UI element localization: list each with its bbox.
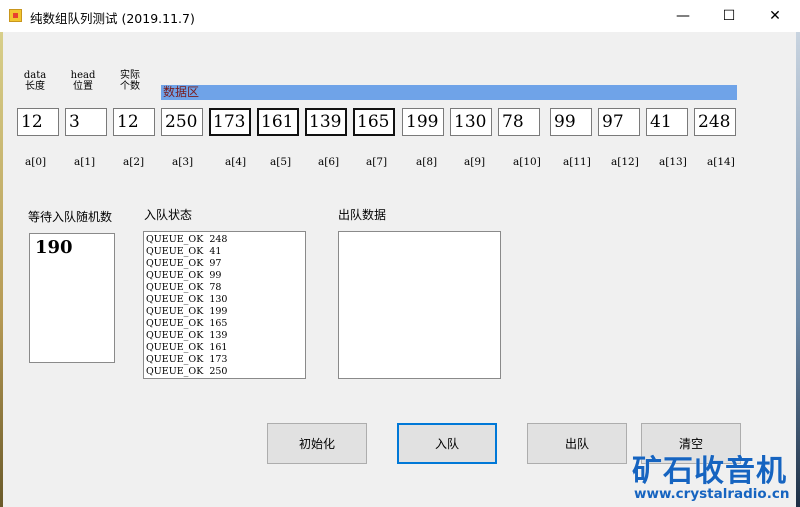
index-label: a[10]	[513, 156, 541, 168]
array-cell-a8[interactable]: 199	[402, 108, 444, 136]
index-label: a[0]	[25, 156, 47, 168]
minimize-button[interactable]: —	[660, 0, 706, 32]
array-cell-a13[interactable]: 41	[646, 108, 688, 136]
app-icon	[9, 9, 22, 22]
index-label: a[4]	[225, 156, 247, 168]
list-item: QUEUE_OK 165	[146, 318, 228, 329]
list-item: QUEUE_OK 139	[146, 330, 228, 341]
index-label: a[5]	[270, 156, 292, 168]
array-cell-a7[interactable]: 165	[353, 108, 395, 136]
enqueue-status-list[interactable]: QUEUE_OK 248 QUEUE_OK 41 QUEUE_OK 97 QUE…	[143, 231, 306, 379]
watermark-brand: 矿石收音机	[632, 454, 787, 489]
window-title: 纯数组队列测试 (2019.11.7)	[30, 11, 195, 26]
index-label: a[13]	[659, 156, 687, 168]
waiting-random-box[interactable]: 190	[29, 233, 115, 363]
index-label: a[6]	[318, 156, 340, 168]
list-item: QUEUE_OK 199	[146, 306, 228, 317]
index-label: a[12]	[611, 156, 639, 168]
background-edge-right	[796, 32, 800, 507]
list-item: QUEUE_OK 99	[146, 270, 222, 281]
index-label: a[7]	[366, 156, 388, 168]
list-item: QUEUE_OK 130	[146, 294, 228, 305]
index-label: a[3]	[172, 156, 194, 168]
data-length-field[interactable]: 12	[17, 108, 59, 136]
index-label: a[11]	[563, 156, 591, 168]
enqueue-status-label: 入队状态	[144, 208, 193, 222]
list-item: QUEUE_OK 250	[146, 366, 228, 377]
list-item: QUEUE_OK 41	[146, 246, 222, 257]
waiting-random-value: 190	[35, 237, 73, 258]
enqueue-button[interactable]: 入队	[397, 423, 497, 464]
list-item: QUEUE_OK 78	[146, 282, 222, 293]
list-item: QUEUE_OK 161	[146, 342, 228, 353]
dequeue-data-label: 出队数据	[338, 208, 387, 222]
dequeue-button[interactable]: 出队	[527, 423, 627, 464]
index-label: a[1]	[74, 156, 96, 168]
head-position-label: head 位置	[70, 70, 96, 92]
list-item: QUEUE_OK 248	[146, 234, 228, 245]
array-cell-a11[interactable]: 99	[550, 108, 592, 136]
title-bar: 纯数组队列测试 (2019.11.7) — ☐ ✕	[0, 0, 800, 32]
site-watermark: 矿石收音机 www.crystalradio.cn	[632, 446, 797, 504]
index-label: a[8]	[416, 156, 438, 168]
index-label: a[2]	[123, 156, 145, 168]
array-cell-a4[interactable]: 173	[209, 108, 251, 136]
list-item: QUEUE_OK 97	[146, 258, 222, 269]
watermark-url: www.crystalradio.cn	[634, 486, 790, 502]
actual-count-field[interactable]: 12	[113, 108, 155, 136]
array-cell-a12[interactable]: 97	[598, 108, 640, 136]
data-area-label: 数据区	[161, 85, 737, 100]
waiting-random-label: 等待入队随机数	[28, 210, 113, 224]
maximize-button[interactable]: ☐	[706, 0, 752, 32]
init-button[interactable]: 初始化	[267, 423, 367, 464]
array-cell-a9[interactable]: 130	[450, 108, 492, 136]
array-cell-a10[interactable]: 78	[498, 108, 540, 136]
actual-count-label: 实际 个数	[120, 70, 140, 92]
head-position-field[interactable]: 3	[65, 108, 107, 136]
array-cell-a14[interactable]: 248	[694, 108, 736, 136]
dequeue-data-list[interactable]	[338, 231, 501, 379]
index-label: a[14]	[707, 156, 735, 168]
data-length-label: data 长度	[23, 70, 47, 92]
array-cell-a5[interactable]: 161	[257, 108, 299, 136]
background-edge-left	[0, 32, 3, 507]
index-label: a[9]	[464, 156, 486, 168]
array-cell-a3[interactable]: 250	[161, 108, 203, 136]
array-cell-a6[interactable]: 139	[305, 108, 347, 136]
close-button[interactable]: ✕	[752, 0, 798, 32]
list-item: QUEUE_OK 173	[146, 354, 228, 365]
